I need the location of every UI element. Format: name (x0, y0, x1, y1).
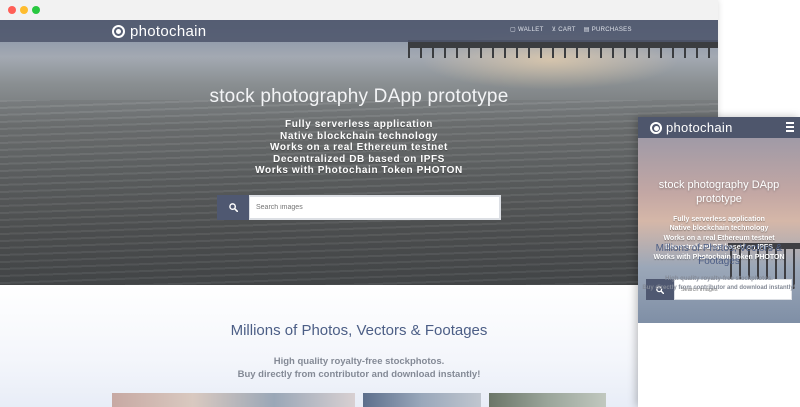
feature-item: Fully serverless application (673, 216, 765, 223)
cart-icon: ⊻ (551, 27, 557, 33)
section-title: Millions of Photos, Vectors & Footages (230, 322, 488, 339)
hero-pier-legs (408, 48, 718, 58)
search-icon (228, 203, 238, 212)
brand-name: photochain (130, 22, 207, 40)
nav-purchases[interactable]: ▤ PURCHASES (583, 26, 632, 34)
feature-item: Native blockchain technology (280, 130, 438, 142)
mobile-section-title: Millions of Photos, Vectors & Footages (655, 243, 783, 267)
top-navbar: photochain ▢ WALLET ⊻ CART ▤ PURCHASES (0, 20, 718, 42)
mobile-content-section (638, 323, 800, 407)
feature-item: Decentralized DB based on IPFS (273, 153, 445, 165)
gallery-thumbnail[interactable] (489, 393, 606, 407)
gallery-thumbnail[interactable] (112, 393, 355, 407)
nav-wallet[interactable]: ▢ WALLET (510, 26, 544, 34)
nav-purchases-label: PURCHASES (591, 26, 632, 33)
nav-wallet-label: WALLET (517, 26, 544, 33)
feature-item: Works on a real Ethereum testnet (270, 142, 448, 154)
feature-item: Works on a real Ethereum testnet (663, 234, 775, 242)
browser-chrome (0, 0, 718, 20)
section-subtitle-line: Buy directly from contributor and downlo… (237, 369, 481, 380)
section-subtitle-line: Buy directly from contributor and downlo… (642, 284, 796, 291)
search-input[interactable] (250, 197, 499, 218)
search-button[interactable] (217, 195, 249, 220)
gallery-thumbnail[interactable] (363, 393, 481, 407)
photochain-logo-icon (112, 24, 125, 38)
hero-title: stock photography DApp prototype (209, 86, 509, 107)
search-bar (217, 195, 501, 220)
section-subtitle-line: High quality royalty-free stockphotos. (665, 276, 773, 282)
window-close-dot[interactable] (8, 6, 16, 14)
content-section (0, 285, 718, 407)
purchases-icon: ▤ (583, 27, 590, 33)
hamburger-icon[interactable] (786, 122, 794, 134)
mobile-hero-title: stock photography DApp prototype (658, 179, 780, 205)
mobile-navbar: photochain (638, 117, 800, 138)
mobile-section-subtitle: High quality royalty-free stockphotos. B… (638, 275, 800, 292)
feature-item: Fully serverless application (285, 119, 433, 130)
mobile-brand-name: photochain (666, 120, 733, 135)
window-minimize-dot[interactable] (20, 6, 28, 14)
desktop-browser-window: photochain ▢ WALLET ⊻ CART ▤ PURCHASES s… (0, 0, 718, 407)
photochain-logo-icon (650, 121, 662, 134)
nav-cart[interactable]: ⊻ CART (551, 26, 576, 34)
wallet-icon: ▢ (510, 27, 516, 33)
nav-cart-label: CART (558, 26, 576, 33)
section-subtitle: High quality royalty-free stockphotos. B… (0, 355, 718, 381)
feature-item: Native blockchain technology (669, 225, 769, 233)
nav-links: ▢ WALLET ⊻ CART ▤ PURCHASES (510, 26, 632, 34)
feature-list: Fully serverless application Native bloc… (0, 119, 718, 177)
window-maximize-dot[interactable] (32, 6, 40, 14)
feature-item: Works with Photochain Token PHOTON (255, 165, 463, 177)
mobile-brand-logo[interactable]: photochain (650, 120, 733, 135)
mobile-hero-background: stock photography DApp prototype Fully s… (638, 138, 800, 323)
section-subtitle-line: High quality royalty-free stockphotos. (273, 356, 445, 367)
brand-logo[interactable]: photochain (112, 22, 206, 40)
